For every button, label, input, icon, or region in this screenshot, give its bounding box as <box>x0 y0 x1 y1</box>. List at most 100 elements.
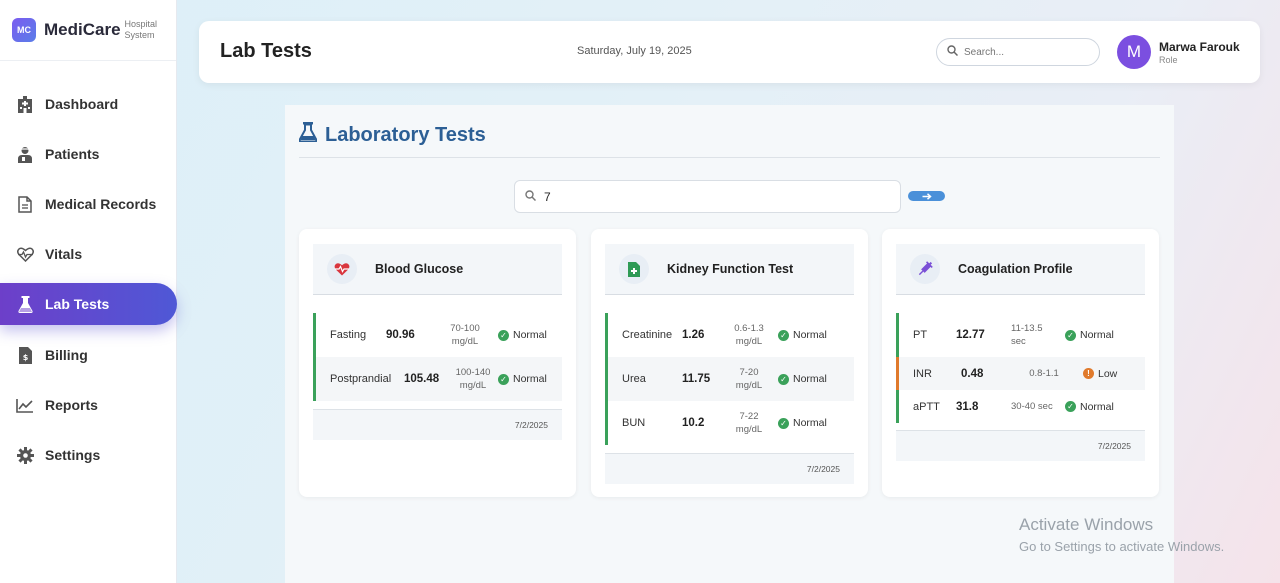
check-circle-icon: ✓ <box>778 329 789 341</box>
status-badge: ✓ Normal <box>778 373 827 385</box>
sidebar-item-label: Billing <box>45 347 88 363</box>
lab-search-input[interactable] <box>544 189 884 204</box>
card-date: 7/2/2025 <box>605 453 854 484</box>
avatar[interactable]: M <box>1117 35 1151 69</box>
card-date: 7/2/2025 <box>896 430 1145 461</box>
panel-title: Laboratory Tests <box>298 122 486 148</box>
test-name: BUN <box>622 417 646 429</box>
card-header: Coagulation Profile <box>896 244 1145 295</box>
result-row: BUN 10.2 7-22 mg/dL ✓ Normal <box>605 401 854 445</box>
current-date: Saturday, July 19, 2025 <box>577 45 692 57</box>
arrow-right-icon <box>922 187 932 205</box>
sidebar-item-label: Settings <box>45 447 101 463</box>
status-badge: ✓ Normal <box>1065 401 1114 413</box>
status-text: Normal <box>1080 329 1114 341</box>
card-header: Kidney Function Test <box>605 244 854 295</box>
lab-card-coagulation[interactable]: Coagulation Profile PT 12.77 11-13.5 sec… <box>882 229 1159 497</box>
sidebar-item-label: Patients <box>45 146 100 162</box>
test-value: 12.77 <box>956 329 985 341</box>
gear-icon <box>16 446 34 464</box>
check-circle-icon: ✓ <box>778 373 789 385</box>
result-list: Fasting 90.96 70-100 mg/dL ✓ Normal Post… <box>313 313 562 401</box>
page-title: Lab Tests <box>220 40 312 62</box>
sidebar-item-label: Reports <box>45 397 98 413</box>
activation-watermark-title: Activate Windows <box>1019 515 1154 534</box>
heart-pulse-icon <box>327 254 357 284</box>
search-input[interactable] <box>964 46 1084 58</box>
exclamation-circle-icon: ! <box>1083 368 1094 379</box>
header-search[interactable] <box>936 38 1100 66</box>
result-row: aPTT 31.8 30-40 sec ✓ Normal <box>896 390 1145 423</box>
brand[interactable]: MC MediCare Hospital System <box>0 0 176 61</box>
sidebar-item-reports[interactable]: Reports <box>0 384 177 426</box>
sidebar: MC MediCare Hospital System Dashboard Pa… <box>0 0 177 583</box>
sidebar-item-vitals[interactable]: Vitals <box>0 233 177 275</box>
svg-text:$: $ <box>22 353 28 362</box>
check-circle-icon: ✓ <box>498 373 509 385</box>
sidebar-item-billing[interactable]: $ Billing <box>0 334 177 376</box>
sidebar-item-dashboard[interactable]: Dashboard <box>0 83 177 125</box>
test-name: PT <box>913 329 928 341</box>
test-name: aPTT <box>913 400 940 413</box>
divider <box>299 157 1160 158</box>
lab-search-box[interactable] <box>514 180 901 213</box>
test-value: 1.26 <box>682 329 705 341</box>
file-medical-icon <box>619 254 649 284</box>
result-list: PT 12.77 11-13.5 sec ✓ Normal INR 0.48 0… <box>896 313 1145 423</box>
result-list: Creatinine 1.26 0.6-1.3 mg/dL ✓ Normal U… <box>605 313 854 445</box>
result-row: Urea 11.75 7-20 mg/dL ✓ Normal <box>605 357 854 401</box>
sidebar-item-label: Lab Tests <box>45 296 110 312</box>
status-text: Normal <box>1080 400 1114 413</box>
test-value: 105.48 <box>404 373 440 385</box>
top-header: Lab Tests Saturday, July 19, 2025 M Marw… <box>199 21 1260 83</box>
sidebar-item-label: Dashboard <box>45 96 119 112</box>
invoice-icon: $ <box>16 346 34 364</box>
chart-line-icon <box>16 396 34 414</box>
status-text: Normal <box>793 373 827 385</box>
test-value: 0.48 <box>961 367 984 380</box>
check-circle-icon: ✓ <box>778 417 789 429</box>
test-name: Urea <box>622 373 646 385</box>
test-value: 31.8 <box>956 400 979 413</box>
result-row: INR 0.48 0.8-1.1 ! Low <box>896 357 1145 390</box>
test-name: Creatinine <box>622 329 673 341</box>
lab-tests-panel: Laboratory Tests Blood Glucose Fasting 9… <box>285 105 1174 583</box>
status-text: Normal <box>513 329 547 341</box>
panel-title-text: Laboratory Tests <box>325 123 486 146</box>
status-text: Normal <box>793 417 827 429</box>
test-name: INR <box>913 367 932 380</box>
flask-icon <box>298 122 318 148</box>
result-row: Postprandial 105.48 100-140 mg/dL ✓ Norm… <box>313 357 562 401</box>
reference-range: 7-20 mg/dL <box>735 367 763 391</box>
test-value: 11.75 <box>682 373 711 385</box>
user-name: Marwa Farouk <box>1159 40 1240 54</box>
card-title: Kidney Function Test <box>667 262 794 276</box>
status-badge: ✓ Normal <box>498 373 547 385</box>
sidebar-item-settings[interactable]: Settings <box>0 434 177 476</box>
sidebar-item-medical-records[interactable]: Medical Records <box>0 183 177 225</box>
search-submit-button[interactable] <box>908 191 945 201</box>
brand-subtitle: Hospital System <box>124 19 158 40</box>
result-row: Fasting 90.96 70-100 mg/dL ✓ Normal <box>313 313 562 357</box>
sidebar-item-label: Vitals <box>45 246 83 262</box>
check-circle-icon: ✓ <box>1065 401 1076 412</box>
lab-card-kidney-function[interactable]: Kidney Function Test Creatinine 1.26 0.6… <box>591 229 868 497</box>
sidebar-item-lab-tests[interactable]: Lab Tests <box>0 283 177 325</box>
user-role: Role <box>1159 55 1178 65</box>
status-badge: ✓ Normal <box>778 417 827 429</box>
status-badge: ! Low <box>1083 368 1117 380</box>
card-header: Blood Glucose <box>313 244 562 295</box>
sidebar-item-patients[interactable]: Patients <box>0 133 177 175</box>
lab-card-blood-glucose[interactable]: Blood Glucose Fasting 90.96 70-100 mg/dL… <box>299 229 576 497</box>
user-injured-icon <box>16 145 34 163</box>
syringe-icon <box>910 254 940 284</box>
search-icon <box>525 188 537 206</box>
test-name: Fasting <box>330 329 367 341</box>
brand-logo: MC <box>12 18 36 42</box>
status-badge: ✓ Normal <box>1065 329 1114 341</box>
sidebar-item-label: Medical Records <box>45 196 157 212</box>
card-date: 7/2/2025 <box>313 409 562 440</box>
heartbeat-icon <box>16 245 34 263</box>
card-title: Blood Glucose <box>375 262 464 276</box>
result-row: PT 12.77 11-13.5 sec ✓ Normal <box>896 313 1145 357</box>
